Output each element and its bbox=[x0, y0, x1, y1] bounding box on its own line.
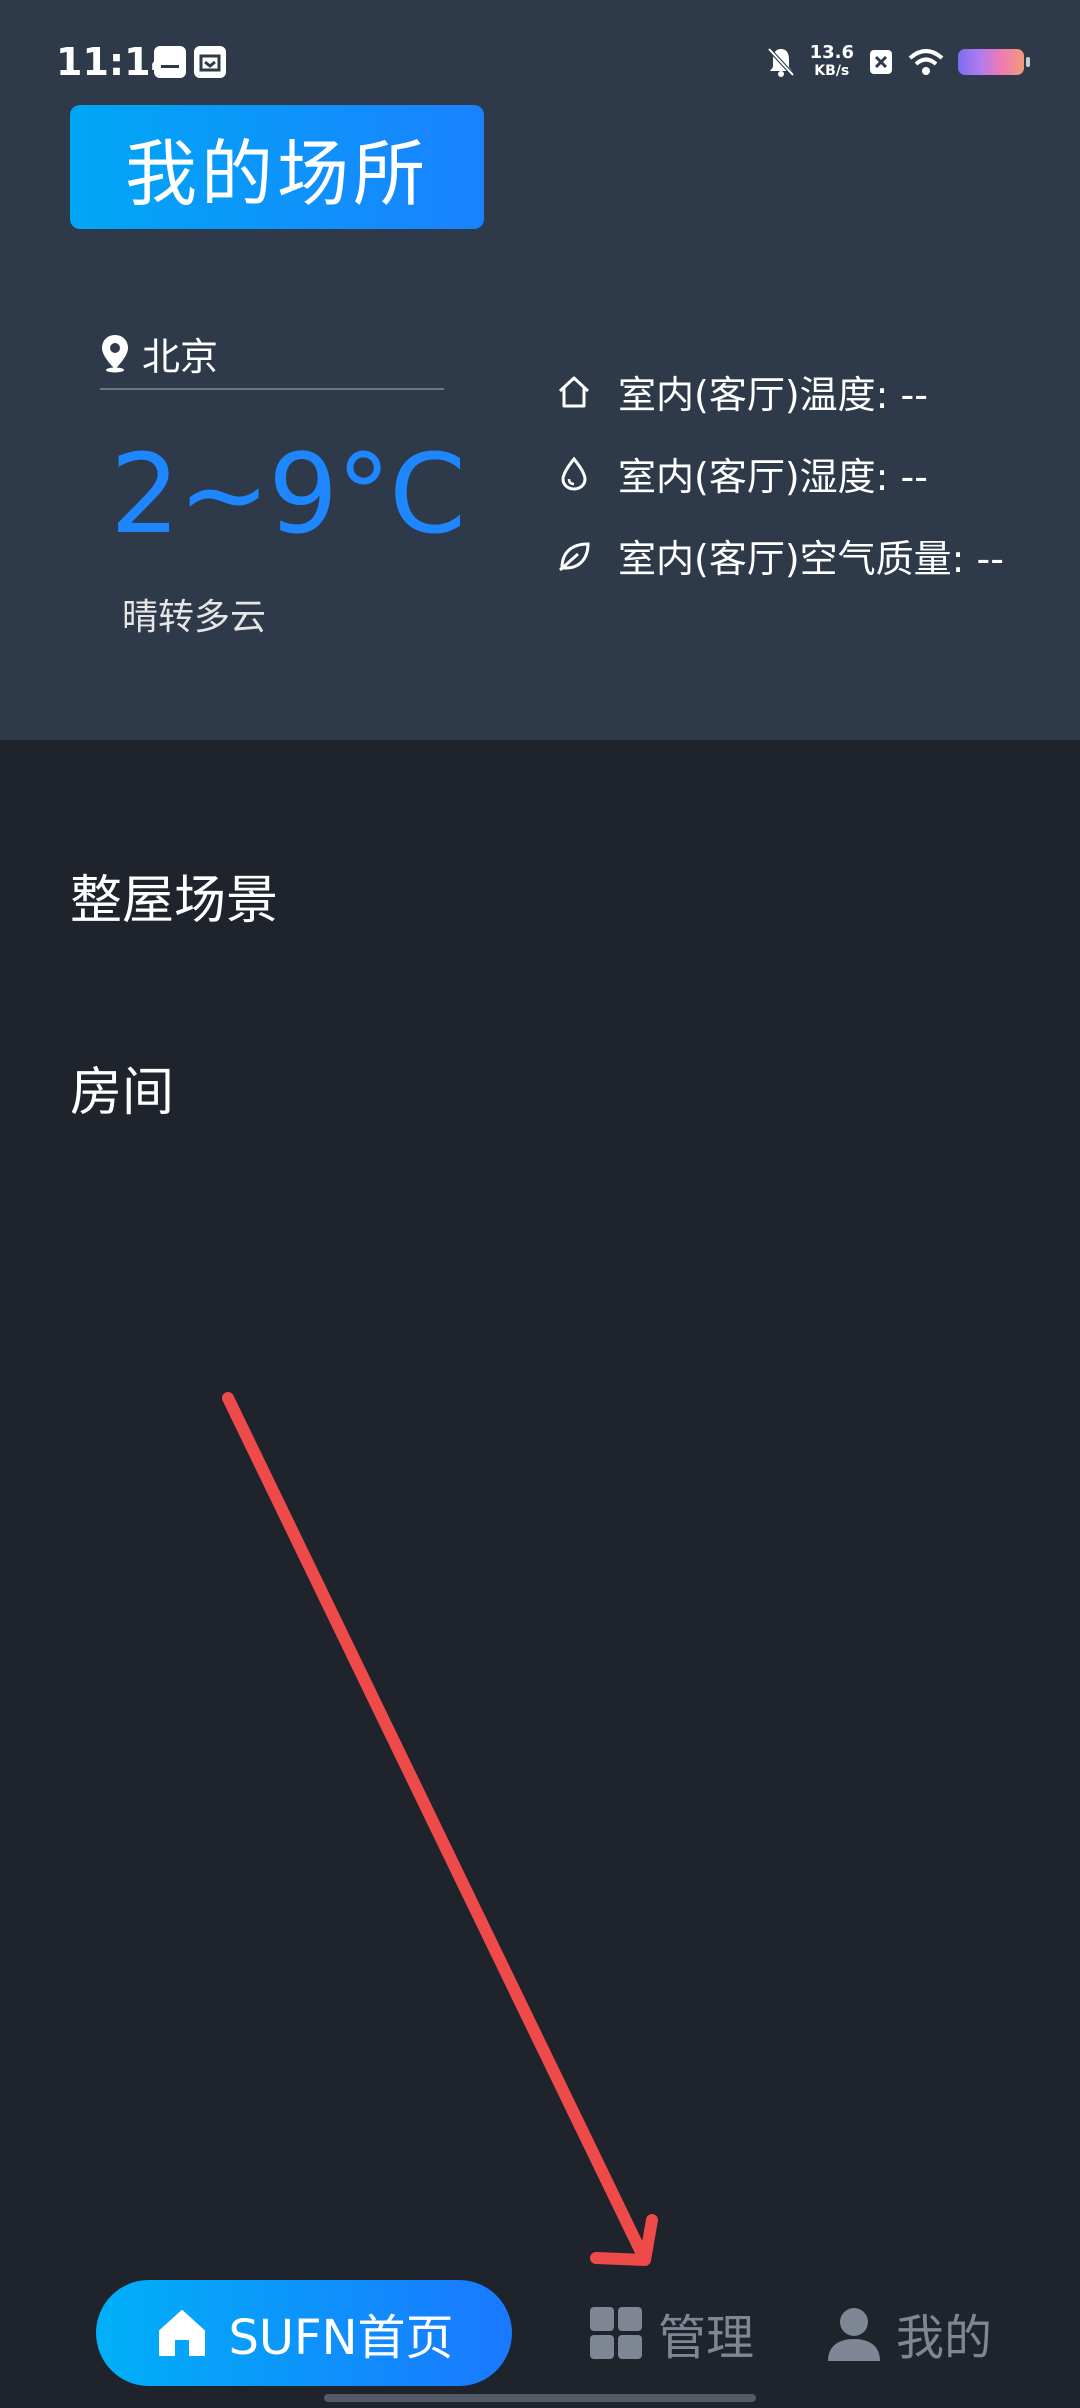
grid-icon bbox=[590, 2307, 642, 2359]
indoor-air-quality: 室内(客厅)空气质量: -- bbox=[556, 528, 1004, 583]
network-speed-value: 13.6 bbox=[809, 42, 854, 63]
mail-notification-icon bbox=[154, 46, 186, 78]
page-title: 我的场所 bbox=[124, 131, 429, 216]
section-rooms[interactable]: 房间 bbox=[70, 1050, 174, 1125]
indoor-temperature: 室内(客厅)温度: -- bbox=[556, 364, 928, 419]
nav-tab-mine[interactable]: 我的 bbox=[826, 2290, 992, 2376]
nav-tab-manage[interactable]: 管理 bbox=[588, 2290, 754, 2376]
leaf-icon bbox=[556, 538, 592, 574]
weather-condition: 晴转多云 bbox=[122, 597, 267, 638]
location-pin-icon bbox=[102, 335, 128, 373]
nav-tab-home[interactable]: SUFN首页 bbox=[96, 2280, 512, 2386]
home-outline-icon bbox=[556, 374, 592, 410]
calendar-notification-icon bbox=[194, 46, 226, 78]
battery-icon bbox=[958, 49, 1030, 75]
indoor-humidity-label: 室内(客厅)湿度: -- bbox=[618, 455, 928, 499]
city-name: 北京 bbox=[142, 334, 219, 379]
status-right-group: 13.6 KB/s bbox=[766, 42, 1030, 82]
network-speed: 13.6 KB/s bbox=[810, 44, 854, 80]
network-speed-unit: KB/s bbox=[814, 63, 850, 79]
sim-disabled-icon bbox=[870, 50, 892, 74]
indoor-humidity: 室内(客厅)湿度: -- bbox=[556, 446, 928, 501]
wifi-icon bbox=[908, 49, 944, 75]
indoor-air-quality-label: 室内(客厅)空气质量: -- bbox=[618, 537, 1004, 581]
nav-tab-mine-label: 我的 bbox=[896, 2310, 993, 2366]
temperature-range: 2~9°C bbox=[110, 430, 466, 558]
bottom-nav-bar: SUFN首页 管理 我的 bbox=[0, 2270, 1080, 2390]
water-drop-icon bbox=[556, 456, 592, 492]
section-whole-house-scenes[interactable]: 整屋场景 bbox=[70, 858, 278, 933]
nav-tab-home-label: SUFN首页 bbox=[228, 2310, 454, 2366]
city-selector[interactable]: 北京 bbox=[100, 318, 444, 390]
mute-bell-icon bbox=[767, 47, 795, 77]
person-icon bbox=[828, 2308, 880, 2361]
nav-tab-manage-label: 管理 bbox=[658, 2310, 755, 2366]
gesture-home-indicator[interactable] bbox=[324, 2394, 756, 2402]
page-title-box: 我的场所 bbox=[70, 105, 484, 229]
home-icon bbox=[159, 2310, 206, 2356]
indoor-temperature-label: 室内(客厅)温度: -- bbox=[618, 373, 928, 417]
